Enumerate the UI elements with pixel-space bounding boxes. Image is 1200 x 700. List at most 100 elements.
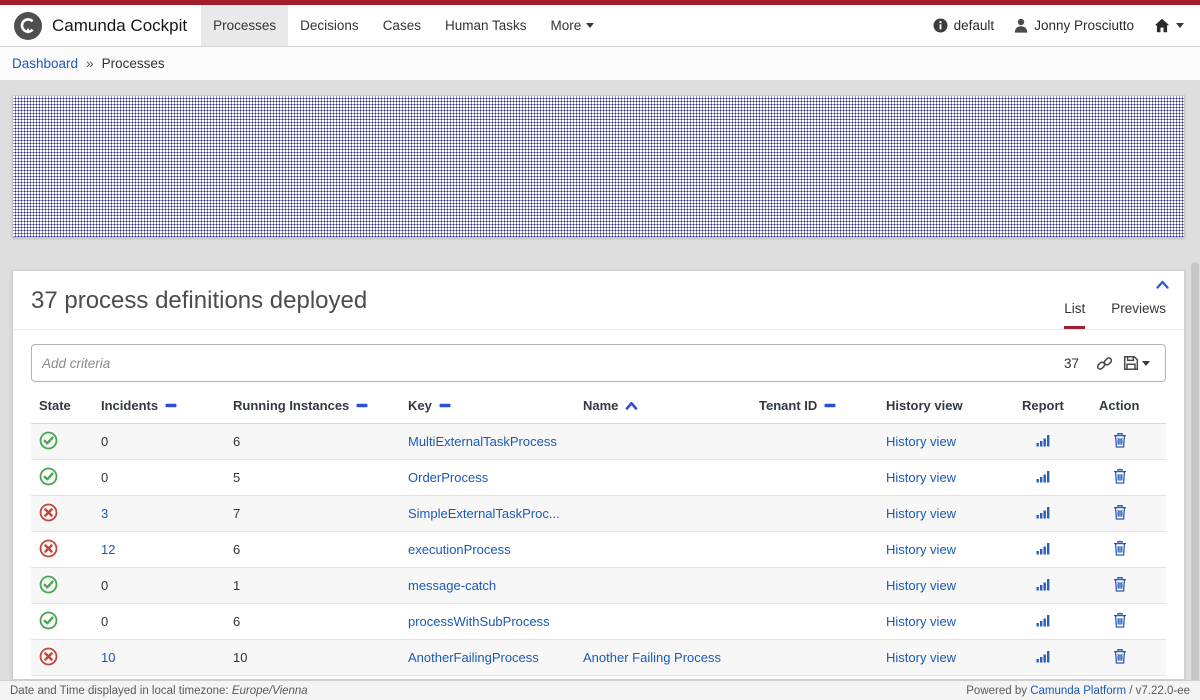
history-view-link[interactable]: History view xyxy=(886,578,956,593)
cell-state xyxy=(31,467,93,489)
cell-running-instances: 5 xyxy=(225,470,400,485)
cell-key: MultiExternalTaskProcess xyxy=(400,434,575,449)
report-button[interactable] xyxy=(1022,578,1051,591)
nav-tab-more[interactable]: More xyxy=(539,5,607,46)
cell-incidents: 12 xyxy=(93,542,225,557)
state-ok-icon xyxy=(39,431,58,450)
incidents-link[interactable]: 3 xyxy=(101,506,108,521)
process-key-link[interactable]: executionProcess xyxy=(408,542,511,557)
process-definitions-table: StateIncidentsRunning InstancesKeyNameTe… xyxy=(31,394,1166,676)
app-switch-menu[interactable] xyxy=(1154,18,1184,33)
sort-dash-icon xyxy=(165,403,177,408)
incidents-link[interactable]: 10 xyxy=(101,650,115,665)
table-row: 1010AnotherFailingProcessAnother Failing… xyxy=(31,640,1166,676)
nav-tab-human-tasks[interactable]: Human Tasks xyxy=(433,5,539,46)
cell-running-instances: 6 xyxy=(225,542,400,557)
view-tab-previews[interactable]: Previews xyxy=(1111,301,1166,329)
delete-button[interactable] xyxy=(1099,540,1127,556)
save-search-button[interactable] xyxy=(1118,355,1155,371)
column-header-history-view: History view xyxy=(878,398,1014,413)
process-key-link[interactable]: processWithSubProcess xyxy=(408,614,550,629)
nav-tab-processes[interactable]: Processes xyxy=(201,5,288,46)
cell-report xyxy=(1014,506,1091,522)
page-scrollbar[interactable] xyxy=(1191,262,1199,700)
caret-down-icon xyxy=(586,23,594,28)
running-instances-count: 6 xyxy=(233,614,240,629)
state-incident-icon xyxy=(39,539,58,558)
cell-history-view: History view xyxy=(878,650,1014,665)
nav-tab-cases[interactable]: Cases xyxy=(371,5,433,46)
engine-selector[interactable]: default xyxy=(933,18,995,33)
cell-incidents: 0 xyxy=(93,578,225,593)
column-header-tenant-id[interactable]: Tenant ID xyxy=(751,398,878,413)
table-row: 06 processWithSubProcess History view xyxy=(31,604,1166,640)
cell-incidents: 10 xyxy=(93,650,225,665)
process-key-link[interactable]: MultiExternalTaskProcess xyxy=(408,434,557,449)
view-tab-list[interactable]: List xyxy=(1064,301,1085,329)
breadcrumb-dashboard-link[interactable]: Dashboard xyxy=(12,56,78,71)
trash-icon xyxy=(1113,544,1127,559)
report-chart-icon xyxy=(1036,615,1051,630)
column-header-name[interactable]: Name xyxy=(575,398,751,413)
user-name: Jonny Prosciutto xyxy=(1034,18,1134,33)
process-key-link[interactable]: AnotherFailingProcess xyxy=(408,650,539,665)
collapse-panel-button[interactable] xyxy=(1155,279,1170,290)
brand-home-link[interactable]: Camunda Cockpit xyxy=(14,5,187,46)
cell-running-instances: 7 xyxy=(225,506,400,521)
report-button[interactable] xyxy=(1022,434,1051,447)
column-header-action: Action xyxy=(1091,398,1166,413)
nav-tab-label: Cases xyxy=(383,18,421,33)
table-row: 0 6 MultiExternalTaskProcess History view xyxy=(31,424,1166,460)
home-icon xyxy=(1154,18,1170,33)
delete-button[interactable] xyxy=(1099,432,1127,448)
delete-button[interactable] xyxy=(1099,648,1127,664)
history-view-link[interactable]: History view xyxy=(886,614,956,629)
copy-link-button[interactable] xyxy=(1091,355,1118,372)
delete-button[interactable] xyxy=(1099,504,1127,520)
cell-running-instances: 6 xyxy=(225,434,400,449)
cell-action xyxy=(1091,432,1166,451)
report-button[interactable] xyxy=(1022,650,1051,663)
report-chart-icon xyxy=(1036,579,1051,594)
column-header-running-instances[interactable]: Running Instances xyxy=(225,398,400,413)
nav-tab-label: Decisions xyxy=(300,18,359,33)
column-header-incidents[interactable]: Incidents xyxy=(93,398,225,413)
cell-incidents: 0 xyxy=(93,614,225,629)
history-view-link[interactable]: History view xyxy=(886,506,956,521)
history-view-link[interactable]: History view xyxy=(886,650,956,665)
process-key-link[interactable]: OrderProcess xyxy=(408,470,488,485)
cell-action xyxy=(1091,504,1166,523)
sort-dash-icon xyxy=(356,403,368,408)
cell-incidents: 0 xyxy=(93,434,225,449)
report-button[interactable] xyxy=(1022,542,1051,555)
breadcrumb-separator: » xyxy=(86,56,94,71)
search-input[interactable] xyxy=(42,356,1064,371)
nav-tab-decisions[interactable]: Decisions xyxy=(288,5,371,46)
cell-running-instances: 1 xyxy=(225,578,400,593)
incidents-count: 0 xyxy=(101,434,108,449)
navbar-right: default Jonny Prosciutto xyxy=(933,5,1184,46)
report-button[interactable] xyxy=(1022,470,1051,483)
report-chart-icon xyxy=(1036,543,1051,558)
delete-button[interactable] xyxy=(1099,576,1127,592)
history-view-link[interactable]: History view xyxy=(886,542,956,557)
process-key-link[interactable]: message-catch xyxy=(408,578,496,593)
delete-button[interactable] xyxy=(1099,468,1127,484)
process-key-link[interactable]: SimpleExternalTaskProc... xyxy=(408,506,560,521)
camunda-platform-link[interactable]: Camunda Platform xyxy=(1030,685,1126,697)
column-label: Action xyxy=(1099,398,1139,413)
state-incident-icon xyxy=(39,647,58,666)
powered-by-note: Powered by Camunda Platform / v7.22.0-ee xyxy=(966,685,1190,697)
history-view-link[interactable]: History view xyxy=(886,470,956,485)
cell-history-view: History view xyxy=(878,506,1014,521)
incidents-link[interactable]: 12 xyxy=(101,542,115,557)
delete-button[interactable] xyxy=(1099,612,1127,628)
cell-key: SimpleExternalTaskProc... xyxy=(400,506,575,521)
user-menu[interactable]: Jonny Prosciutto xyxy=(1014,18,1134,33)
history-view-link[interactable]: History view xyxy=(886,434,956,449)
report-button[interactable] xyxy=(1022,614,1051,627)
report-button[interactable] xyxy=(1022,506,1051,519)
column-header-key[interactable]: Key xyxy=(400,398,575,413)
process-name-link[interactable]: Another Failing Process xyxy=(583,650,721,665)
cell-report xyxy=(1014,542,1091,558)
